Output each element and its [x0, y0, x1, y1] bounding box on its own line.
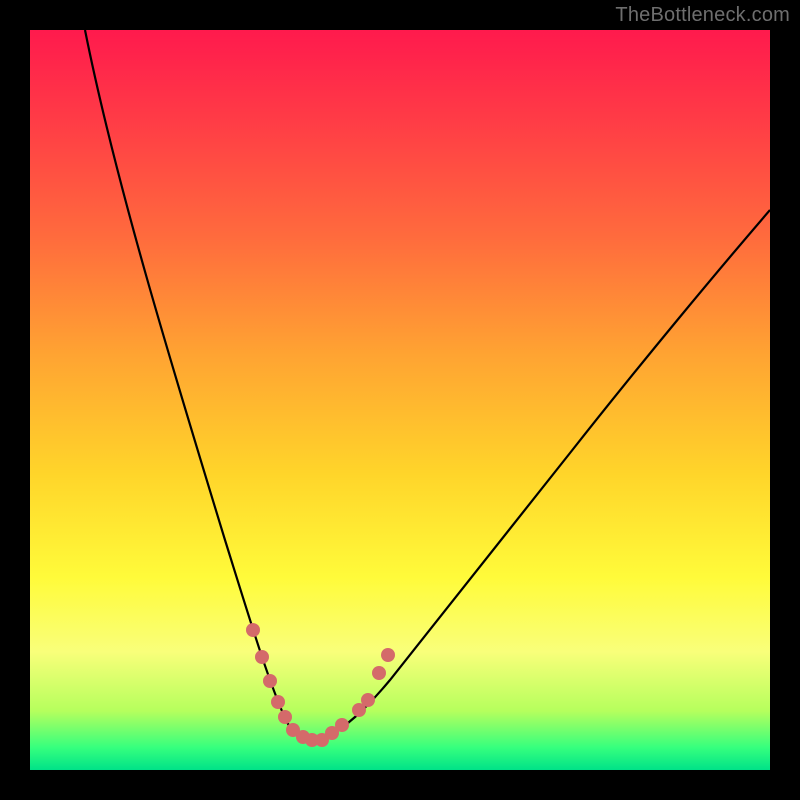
curve-marker: [335, 718, 349, 732]
curve-marker: [372, 666, 386, 680]
curve-marker: [278, 710, 292, 724]
curve-marker: [271, 695, 285, 709]
marker-group: [246, 623, 395, 747]
plot-area: [30, 30, 770, 770]
curve-marker: [246, 623, 260, 637]
curve-marker: [381, 648, 395, 662]
chart-stage: TheBottleneck.com: [0, 0, 800, 800]
watermark-text: TheBottleneck.com: [615, 4, 790, 27]
curve-marker: [255, 650, 269, 664]
curve-svg: [30, 30, 770, 770]
bottleneck-curve: [85, 30, 770, 741]
curve-marker: [361, 693, 375, 707]
curve-marker: [263, 674, 277, 688]
